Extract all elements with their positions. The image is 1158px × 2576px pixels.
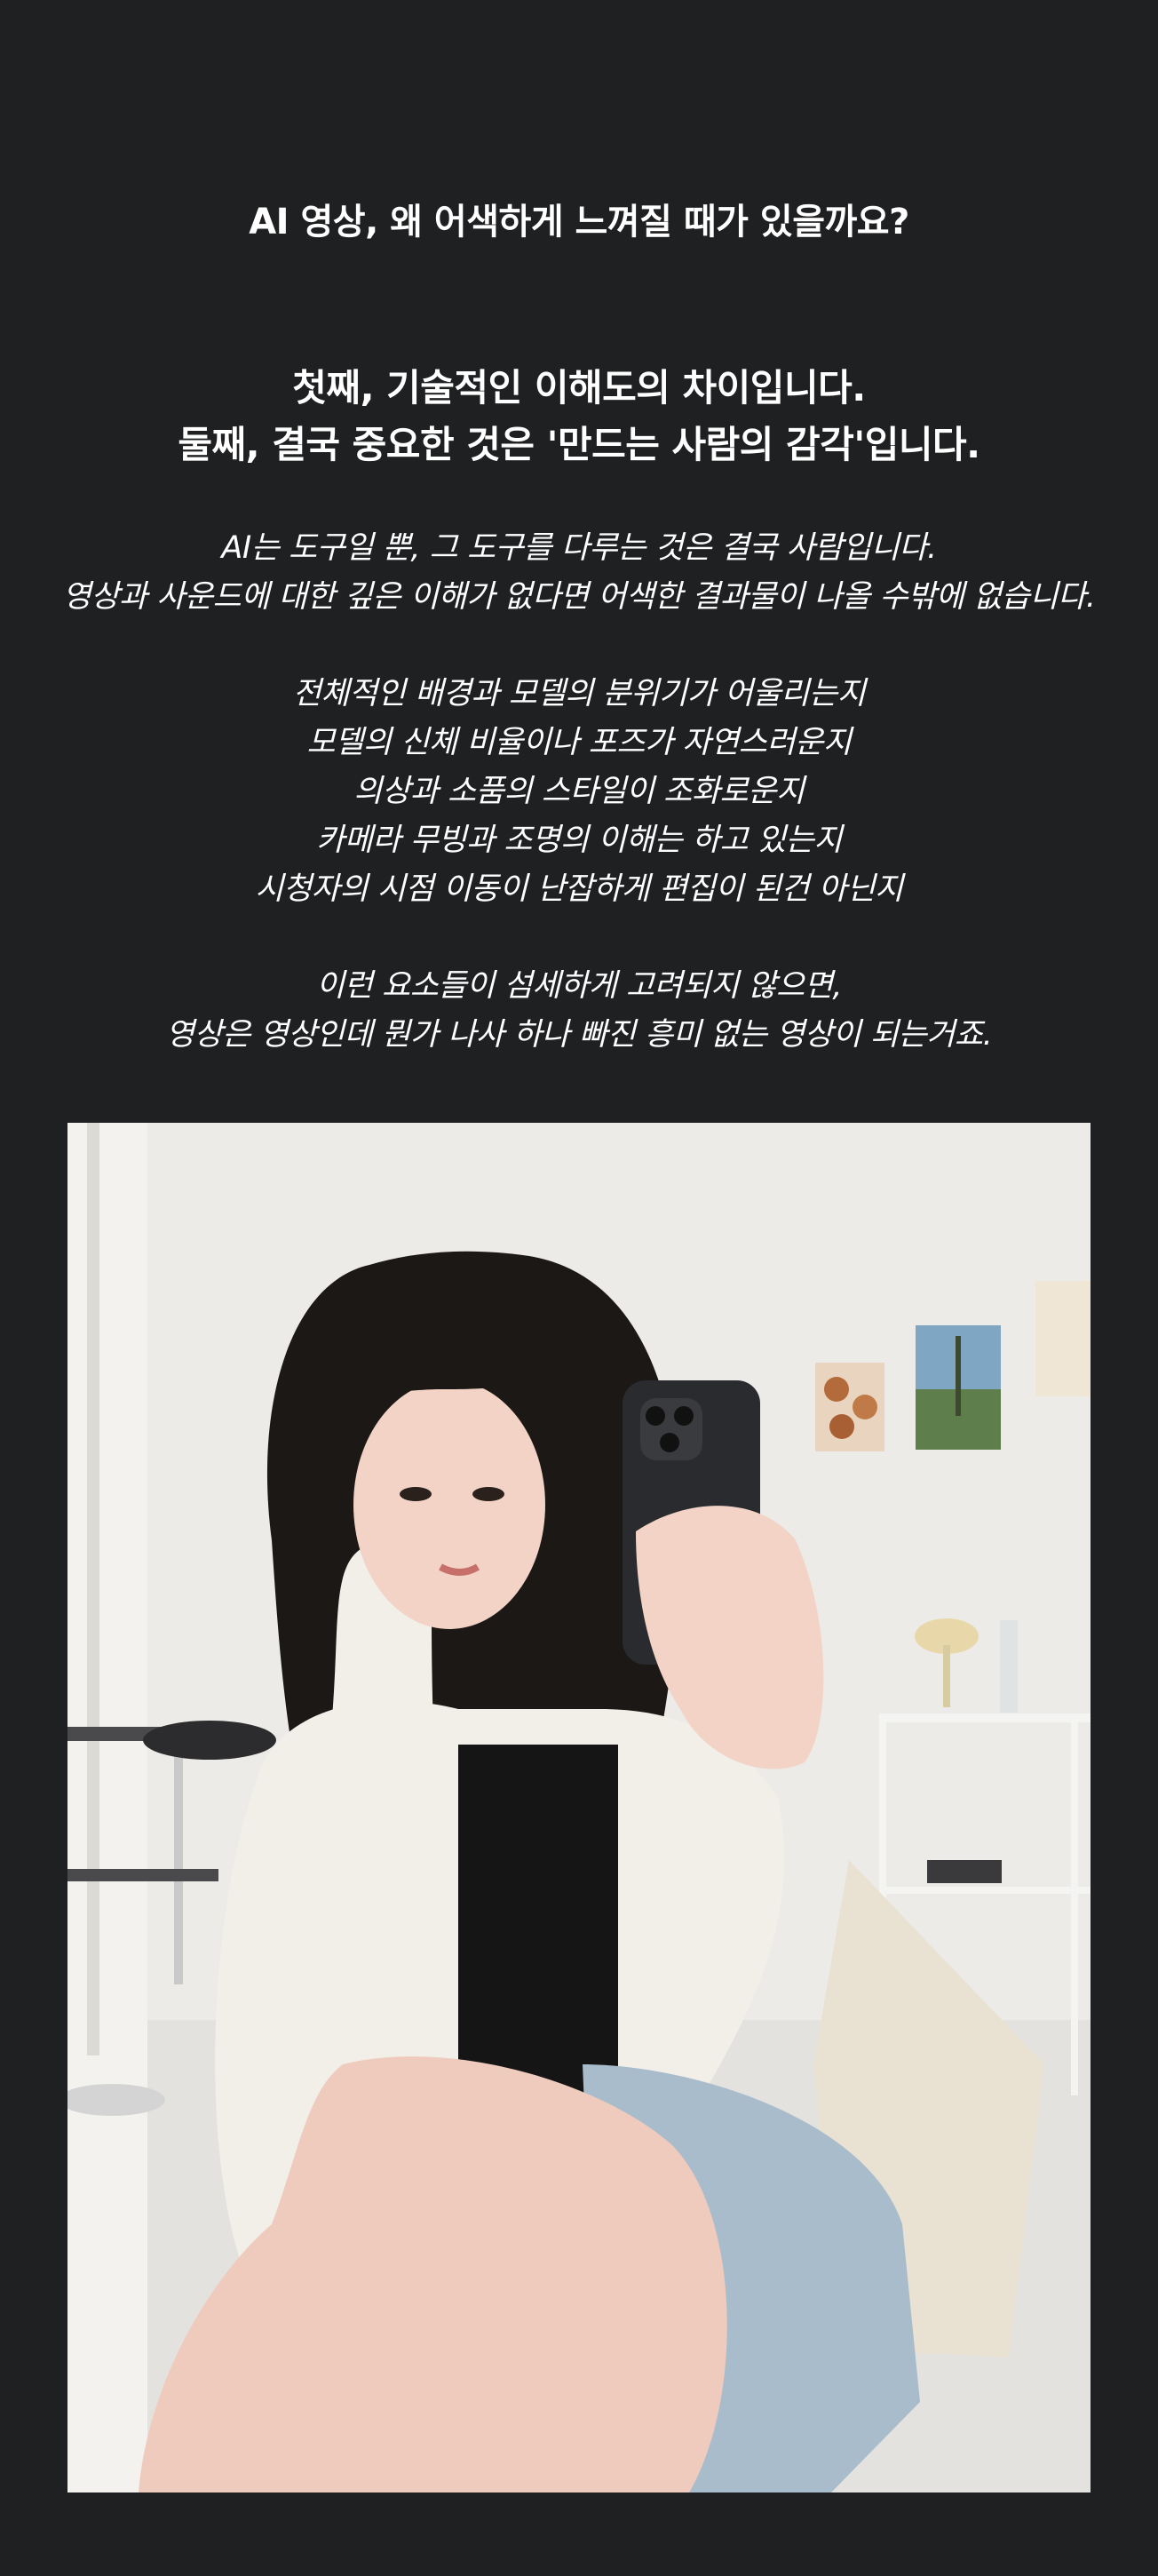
paragraph-line: AI는 도구일 뿐, 그 도구를 다루는 것은 결국 사람입니다. — [221, 530, 937, 566]
page: AI 영상, 왜 어색하게 느껴질 때가 있을까요? 첫째, 기술적인 이해도의… — [0, 0, 1158, 2576]
checklist-line: 시청자의 시점 이동이 난잡하게 편집이 된건 아닌지 — [255, 871, 903, 907]
mirror-selfie-photo — [67, 1123, 1091, 2493]
paragraph-line: 영상과 사운드에 대한 깊은 이해가 없다면 어색한 결과물이 나올 수밖에 없… — [62, 579, 1096, 615]
subheading-second: 둘째, 결국 중요한 것은 '만드는 사람의 감각'입니다. — [178, 423, 980, 466]
paragraph-line: 영상은 영상인데 뭔가 나사 하나 빠진 흥미 없는 영상이 되는거죠. — [165, 1017, 993, 1053]
subheading-first: 첫째, 기술적인 이해도의 차이입니다. — [292, 366, 866, 409]
checklist-line: 전체적인 배경과 모델의 분위기가 어울리는지 — [292, 676, 866, 712]
checklist-line: 모델의 신체 비율이나 포즈가 자연스러운지 — [306, 725, 852, 760]
headline: AI 영상, 왜 어색하게 느껴질 때가 있을까요? — [249, 202, 909, 242]
checklist-line: 의상과 소품의 스타일이 조화로운지 — [353, 774, 805, 809]
paragraph-checklist: 전체적인 배경과 모델의 분위기가 어울리는지 모델의 신체 비율이나 포즈가 … — [0, 670, 1158, 914]
paragraph-conclusion: 이런 요소들이 섬세하게 고려되지 않으면, 영상은 영상인데 뭔가 나사 하나… — [0, 962, 1158, 1060]
checklist-line: 카메라 무빙과 조명의 이해는 하고 있는지 — [315, 823, 843, 858]
subheadings: 첫째, 기술적인 이해도의 차이입니다. 둘째, 결국 중요한 것은 '만드는 … — [0, 360, 1158, 473]
paragraph-line: 이런 요소들이 섬세하게 고려되지 않으면, — [315, 968, 843, 1004]
paragraph-ai-tool: AI는 도구일 뿐, 그 도구를 다루는 것은 결국 사람입니다. 영상과 사운… — [0, 524, 1158, 622]
